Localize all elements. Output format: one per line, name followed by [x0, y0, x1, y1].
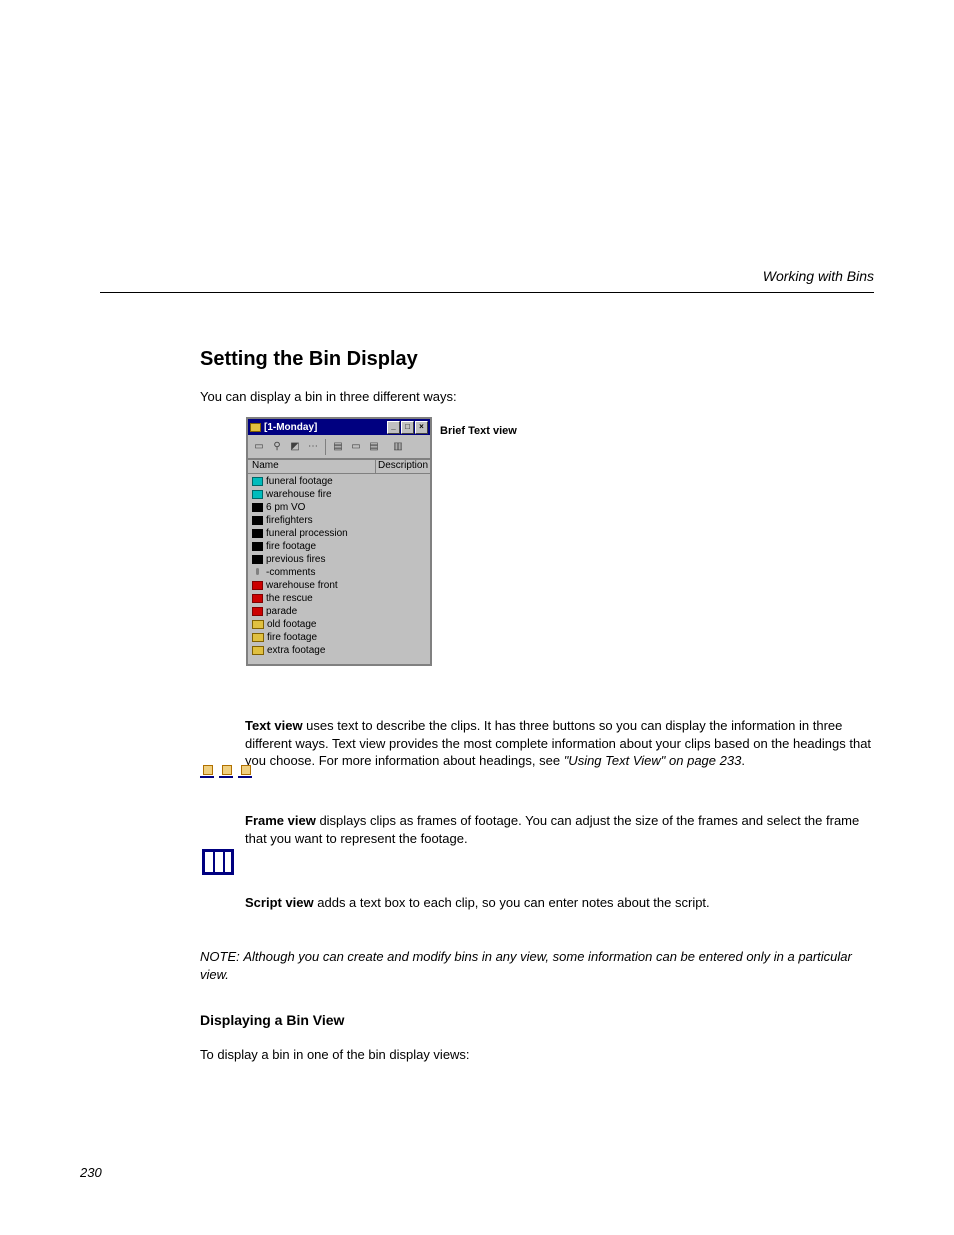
toolbar-find-icon[interactable]: ⚲ — [269, 439, 285, 455]
column-description[interactable]: Description — [376, 460, 430, 473]
page-header: Working with Bins — [100, 265, 874, 293]
clip-red-icon — [252, 607, 263, 616]
bin-item-label: the rescue — [266, 593, 313, 604]
figure-caption: Brief Text view — [440, 425, 517, 437]
bin-item-label: extra footage — [267, 645, 325, 656]
toolbar-separator — [325, 439, 326, 455]
bin-item-label: 6 pm VO — [266, 502, 305, 513]
heading-icon-1 — [200, 765, 214, 778]
bin-item[interactable]: old footage — [248, 618, 430, 631]
toolbar-script-icon[interactable]: ▭ — [348, 439, 364, 455]
folder-icon — [252, 633, 264, 642]
bin-item[interactable]: parade — [248, 605, 430, 618]
text-view-p1a: uses text to describe the clips. It has … — [245, 718, 871, 768]
bin-toolbar: ▭ ⚲ ◩ ⋯ ▤ ▭ ▤ ▥ — [248, 435, 430, 459]
text-view-label: Text view — [245, 718, 303, 733]
minimize-button[interactable]: _ — [387, 421, 400, 434]
toolbar-more-icon[interactable]: ⋯ — [305, 439, 321, 455]
note-block: NOTE: Although you can create and modify… — [200, 948, 875, 983]
bin-item[interactable]: -comments — [248, 566, 430, 579]
bin-item[interactable]: warehouse fire — [248, 488, 430, 501]
frame-view-label: Frame view — [245, 813, 316, 828]
bin-item-label: fire footage — [267, 632, 317, 643]
subsection-heading: Displaying a Bin View — [200, 1012, 344, 1028]
bin-item-label: warehouse fire — [266, 489, 332, 500]
clip-cyan-icon — [252, 477, 263, 486]
section-heading: Setting the Bin Display — [200, 348, 418, 371]
bin-item[interactable]: 6 pm VO — [248, 501, 430, 514]
heading-icon-3 — [238, 765, 252, 778]
toolbar-brief-icon[interactable]: ▤ — [366, 439, 382, 455]
bin-item[interactable]: firefighters — [248, 514, 430, 527]
bin-item-label: funeral footage — [266, 476, 333, 487]
bin-item[interactable]: extra footage — [248, 644, 430, 657]
page-number: 230 — [80, 1165, 102, 1180]
bin-item[interactable]: previous fires — [248, 553, 430, 566]
bin-item[interactable]: warehouse front — [248, 579, 430, 592]
script-view-para: adds a text box to each clip, so you can… — [314, 895, 710, 910]
bin-item[interactable]: fire footage — [248, 540, 430, 553]
toolbar-new-icon[interactable]: ▭ — [251, 439, 267, 455]
bin-item-label: -comments — [266, 567, 315, 578]
script-view-label: Script view — [245, 895, 314, 910]
bin-title: [1-Monday] — [264, 422, 386, 433]
toolbar-text-icon[interactable]: ▤ — [330, 439, 346, 455]
bin-item[interactable]: funeral procession — [248, 527, 430, 540]
bin-item[interactable]: funeral footage — [248, 475, 430, 488]
clip-black-icon — [252, 542, 263, 551]
frame-view-para: displays clips as frames of footage. You… — [245, 813, 859, 846]
bin-titlebar: [1-Monday] _ □ × — [248, 419, 430, 435]
maximize-button[interactable]: □ — [401, 421, 414, 434]
bin-item-label: previous fires — [266, 554, 325, 565]
mic-icon — [252, 568, 263, 577]
howto-paragraph: To display a bin in one of the bin displ… — [200, 1046, 875, 1064]
bin-window: [1-Monday] _ □ × ▭ ⚲ ◩ ⋯ ▤ ▭ ▤ ▥ Name De… — [246, 417, 432, 666]
close-button[interactable]: × — [415, 421, 428, 434]
note-body: Although you can create and modify bins … — [200, 949, 852, 982]
text-view-icon-strip — [200, 765, 252, 778]
script-view-description: Script view adds a text box to each clip… — [245, 894, 875, 912]
clip-black-icon — [252, 529, 263, 538]
clip-black-icon — [252, 555, 263, 564]
bin-item-label: parade — [266, 606, 297, 617]
toolbar-frame-icon[interactable]: ▥ — [390, 439, 406, 455]
text-view-description: Text view uses text to describe the clip… — [245, 717, 875, 770]
bin-item-label: fire footage — [266, 541, 316, 552]
intro-paragraph: You can display a bin in three different… — [200, 388, 875, 406]
heading-icon-2 — [219, 765, 233, 778]
running-header-text: Working with Bins — [763, 268, 874, 284]
text-view-link: "Using Text View" on page 233 — [564, 753, 742, 768]
folder-icon — [252, 646, 264, 655]
column-name[interactable]: Name — [248, 460, 376, 473]
clip-red-icon — [252, 581, 263, 590]
note-label: NOTE: — [200, 949, 240, 964]
bin-item-label: funeral procession — [266, 528, 348, 539]
bin-item[interactable]: fire footage — [248, 631, 430, 644]
clip-black-icon — [252, 516, 263, 525]
text-view-p1b: . — [741, 753, 745, 768]
bin-item-label: old footage — [267, 619, 317, 630]
clip-cyan-icon — [252, 490, 263, 499]
clip-black-icon — [252, 503, 263, 512]
folder-icon — [250, 423, 261, 432]
clip-red-icon — [252, 594, 263, 603]
bin-column-headers: Name Description — [248, 459, 430, 474]
folder-icon — [252, 620, 264, 629]
toolbar-sift-icon[interactable]: ◩ — [287, 439, 303, 455]
bin-item[interactable]: the rescue — [248, 592, 430, 605]
bin-item-label: warehouse front — [266, 580, 338, 591]
frame-view-description: Frame view displays clips as frames of f… — [245, 812, 875, 847]
bin-body: funeral footage warehouse fire 6 pm VO fire… — [248, 474, 430, 664]
frame-view-icon — [202, 849, 234, 875]
bin-item-label: firefighters — [266, 515, 313, 526]
